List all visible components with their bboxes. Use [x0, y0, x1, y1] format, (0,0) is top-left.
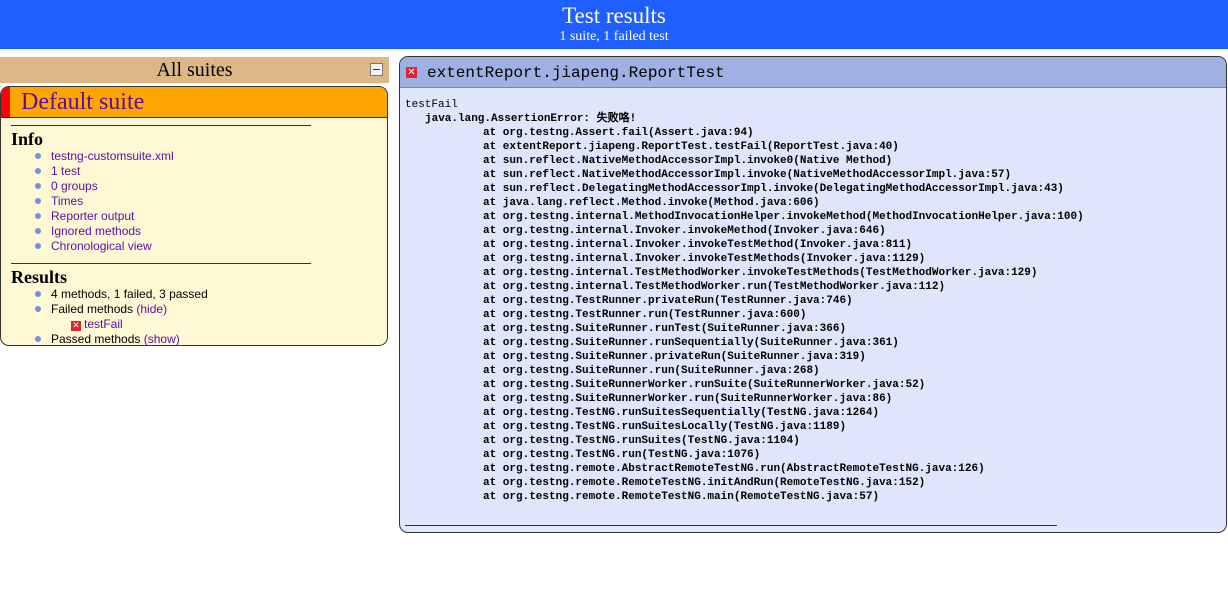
info-item-ignored-methods[interactable]: Ignored methods — [11, 224, 311, 239]
info-item-reporter-output[interactable]: Reporter output — [11, 209, 311, 224]
all-suites-bar: All suites — [0, 57, 389, 83]
failure-detail: testFail java.lang.AssertionError: 失败咯! … — [405, 98, 1084, 504]
stack-frame: at org.testng.SuiteRunner.run(SuiteRunne… — [483, 365, 820, 377]
stack-frame: at org.testng.remote.RemoteTestNG.initAn… — [483, 477, 926, 489]
stack-frame: at org.testng.internal.Invoker.invokeMet… — [483, 225, 886, 237]
info-heading: Info — [11, 129, 44, 149]
exception-message: java.lang.AssertionError: 失败咯! — [425, 113, 637, 125]
stack-frame: at org.testng.TestRunner.privateRun(Test… — [483, 295, 853, 307]
info-divider — [11, 125, 311, 126]
info-item-suite-file[interactable]: testng-customsuite.xml — [11, 149, 311, 164]
info-item-tests[interactable]: 1 test — [11, 164, 311, 179]
info-link-chronological-view[interactable]: Chronological view — [51, 239, 152, 253]
stack-frame: at sun.reflect.NativeMethodAccessorImpl.… — [483, 169, 1012, 181]
failed-method-item[interactable]: ✕ testFail — [11, 317, 311, 332]
stack-frame: at org.testng.remote.AbstractRemoteTestN… — [483, 463, 985, 475]
results-section: Results 4 methods, 1 failed, 3 passed Fa… — [11, 263, 311, 346]
all-suites-label: All suites — [156, 59, 233, 81]
stack-frame: at org.testng.SuiteRunnerWorker.run(Suit… — [483, 393, 893, 405]
stack-frame: at org.testng.SuiteRunner.runTest(SuiteR… — [483, 323, 847, 335]
passed-methods-row: Passed methods (show) — [11, 332, 311, 346]
stack-frame: at org.testng.SuiteRunnerWorker.runSuite… — [483, 379, 926, 391]
fail-x-icon: ✕ — [71, 321, 81, 331]
info-link-ignored-methods[interactable]: Ignored methods — [51, 224, 141, 238]
info-link-suite-file[interactable]: testng-customsuite.xml — [51, 149, 174, 163]
fail-x-icon: ✕ — [406, 67, 417, 78]
stack-frame: at org.testng.internal.TestMethodWorker.… — [483, 267, 1038, 279]
info-list: testng-customsuite.xml 1 test 0 groups T… — [11, 149, 311, 254]
stack-frame: at org.testng.Assert.fail(Assert.java:94… — [483, 127, 754, 139]
info-link-times[interactable]: Times — [51, 194, 83, 208]
suite-status-marker — [1, 87, 10, 117]
info-link-reporter-output[interactable]: Reporter output — [51, 209, 134, 223]
stack-frame: at sun.reflect.DelegatingMethodAccessorI… — [483, 183, 1064, 195]
stack-frame: at org.testng.remote.RemoteTestNG.main(R… — [483, 491, 880, 503]
info-item-groups[interactable]: 0 groups — [11, 179, 311, 194]
stack-frame: at org.testng.TestNG.run(TestNG.java:107… — [483, 449, 761, 461]
page-title: Test results — [562, 3, 666, 28]
bullet-icon — [35, 183, 41, 189]
info-item-chronological-view[interactable]: Chronological view — [11, 239, 311, 254]
stack-frame: at org.testng.internal.Invoker.invokeTes… — [483, 253, 926, 265]
stack-frame: at org.testng.SuiteRunner.runSequentiall… — [483, 337, 899, 349]
bullet-icon — [35, 228, 41, 234]
info-item-times[interactable]: Times — [11, 194, 311, 209]
stack-frame: at sun.reflect.NativeMethodAccessorImpl.… — [483, 155, 893, 167]
method-header: ✕ extentReport.jiapeng.ReportTest — [400, 57, 1226, 88]
bullet-icon — [35, 243, 41, 249]
bullet-icon — [35, 291, 41, 297]
suite-panel: Default suite Info testng-customsuite.xm… — [0, 86, 388, 346]
info-link-tests[interactable]: 1 test — [51, 164, 80, 178]
top-header: Test results 1 suite, 1 failed test — [0, 0, 1228, 49]
stack-trace: at org.testng.Assert.fail(Assert.java:94… — [405, 126, 1084, 504]
method-detail-panel: ✕ extentReport.jiapeng.ReportTest testFa… — [399, 56, 1227, 533]
bullet-icon — [35, 198, 41, 204]
suite-header[interactable]: Default suite — [1, 87, 387, 118]
results-summary-text: 4 methods, 1 failed, 3 passed — [51, 287, 208, 301]
results-list: 4 methods, 1 failed, 3 passed Failed met… — [11, 287, 311, 346]
test-method-name: testFail — [405, 99, 458, 111]
class-name: extentReport.jiapeng.ReportTest — [427, 64, 725, 82]
bullet-icon — [35, 213, 41, 219]
passed-methods-label: Passed methods — [51, 332, 141, 346]
stack-frame: at org.testng.TestNG.runSuites(TestNG.ja… — [483, 435, 800, 447]
suite-name[interactable]: Default suite — [21, 87, 144, 117]
stack-frame: at org.testng.TestNG.runSuitesSequential… — [483, 407, 880, 419]
bottom-divider — [405, 525, 1057, 526]
stack-frame: at org.testng.SuiteRunner.privateRun(Sui… — [483, 351, 866, 363]
bullet-icon — [35, 336, 41, 342]
failed-methods-label: Failed methods — [51, 302, 134, 316]
bullet-icon — [35, 168, 41, 174]
stack-frame: at org.testng.TestRunner.run(TestRunner.… — [483, 309, 807, 321]
stack-frame: at org.testng.TestNG.runSuitesLocally(Te… — [483, 421, 847, 433]
stack-frame: at org.testng.internal.Invoker.invokeTes… — [483, 239, 913, 251]
failed-methods-row: Failed methods (hide) — [11, 302, 311, 317]
results-summary: 4 methods, 1 failed, 3 passed — [11, 287, 311, 302]
failed-method-link[interactable]: testFail — [84, 317, 123, 331]
passed-methods-show-toggle[interactable]: (show) — [144, 332, 180, 345]
bullet-icon — [35, 153, 41, 159]
results-divider — [11, 263, 311, 264]
collapse-icon[interactable] — [370, 63, 383, 76]
stack-frame: at org.testng.internal.TestMethodWorker.… — [483, 281, 946, 293]
info-section: Info testng-customsuite.xml 1 test 0 gro… — [11, 125, 311, 254]
stack-frame: at java.lang.reflect.Method.invoke(Metho… — [483, 197, 820, 209]
results-heading: Results — [11, 267, 68, 287]
sidebar: All suites Default suite Info testng-cus… — [0, 57, 389, 346]
stack-frame: at extentReport.jiapeng.ReportTest.testF… — [483, 141, 899, 153]
failed-methods-hide-toggle[interactable]: (hide) — [136, 302, 167, 316]
info-link-groups[interactable]: 0 groups — [51, 179, 98, 193]
page-subtitle: 1 suite, 1 failed test — [559, 29, 669, 44]
stack-frame: at org.testng.internal.MethodInvocationH… — [483, 211, 1084, 223]
bullet-icon — [35, 306, 41, 312]
